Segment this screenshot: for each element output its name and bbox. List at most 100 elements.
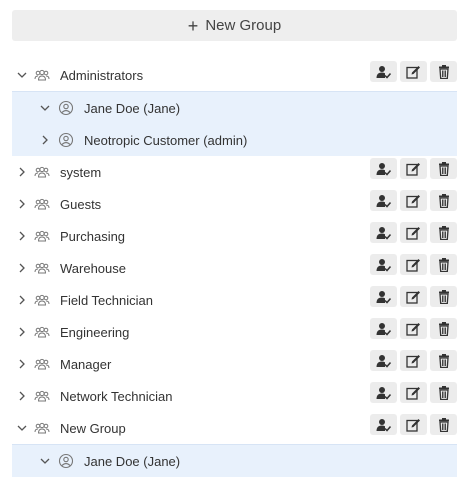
trash-icon xyxy=(438,161,450,176)
group-icon xyxy=(34,69,50,81)
edit-group-button[interactable] xyxy=(400,350,427,371)
edit-group-button[interactable] xyxy=(400,414,427,435)
edit-group-button[interactable] xyxy=(400,222,427,243)
assign-user-icon xyxy=(376,162,391,176)
delete-group-button[interactable] xyxy=(430,158,457,179)
chevron-right-icon[interactable] xyxy=(15,261,29,275)
assign-user-button[interactable] xyxy=(370,286,397,307)
edit-group-button[interactable] xyxy=(400,382,427,403)
group-row[interactable]: Field Technician xyxy=(0,284,467,316)
delete-group-button[interactable] xyxy=(430,350,457,371)
trash-icon xyxy=(438,385,450,400)
group-actions xyxy=(370,158,457,179)
assign-user-icon xyxy=(376,258,391,272)
assign-user-button[interactable] xyxy=(370,414,397,435)
chevron-right-icon[interactable] xyxy=(15,197,29,211)
edit-icon xyxy=(406,258,421,272)
trash-icon xyxy=(438,321,450,336)
group-actions xyxy=(370,414,457,435)
chevron-right-icon[interactable] xyxy=(15,165,29,179)
trash-icon xyxy=(438,353,450,368)
delete-group-button[interactable] xyxy=(430,254,457,275)
trash-icon xyxy=(438,417,450,432)
assign-user-icon xyxy=(376,226,391,240)
chevron-right-icon[interactable] xyxy=(15,357,29,371)
group-actions xyxy=(370,190,457,211)
group-label: Network Technician xyxy=(60,388,173,404)
chevron-down-icon[interactable] xyxy=(38,101,52,115)
assign-user-button[interactable] xyxy=(370,318,397,339)
chevron-down-icon[interactable] xyxy=(15,421,29,435)
new-group-button[interactable]: + New Group xyxy=(12,10,457,41)
assign-user-button[interactable] xyxy=(370,254,397,275)
group-label: Guests xyxy=(60,196,102,212)
assign-user-button[interactable] xyxy=(370,222,397,243)
delete-group-button[interactable] xyxy=(430,190,457,211)
group-actions xyxy=(370,61,457,82)
assign-user-icon xyxy=(376,354,391,368)
group-icon xyxy=(34,422,50,434)
delete-group-button[interactable] xyxy=(430,318,457,339)
member-label: Jane Doe (Jane) xyxy=(84,100,181,116)
user-circle-icon xyxy=(58,100,74,116)
trash-icon xyxy=(438,257,450,272)
member-row[interactable]: Jane Doe (Jane) xyxy=(12,91,457,124)
chevron-right-icon[interactable] xyxy=(15,325,29,339)
edit-group-button[interactable] xyxy=(400,254,427,275)
delete-group-button[interactable] xyxy=(430,286,457,307)
assign-user-button[interactable] xyxy=(370,350,397,371)
trash-icon xyxy=(438,289,450,304)
group-label: Field Technician xyxy=(60,292,153,308)
edit-group-button[interactable] xyxy=(400,190,427,211)
group-manager: + New Group Administrators Jane Doe (Jane… xyxy=(0,0,467,492)
edit-group-button[interactable] xyxy=(400,286,427,307)
assign-user-button[interactable] xyxy=(370,190,397,211)
chevron-down-icon[interactable] xyxy=(38,454,52,468)
user-circle-icon xyxy=(58,453,74,469)
group-icon xyxy=(34,294,50,306)
group-icon xyxy=(34,326,50,338)
group-label: system xyxy=(60,164,102,180)
chevron-right-icon[interactable] xyxy=(15,293,29,307)
group-row[interactable]: Administrators xyxy=(0,59,467,91)
edit-icon xyxy=(406,386,421,400)
assign-user-icon xyxy=(376,194,391,208)
assign-user-icon xyxy=(376,418,391,432)
group-row[interactable]: Network Technician xyxy=(0,380,467,412)
group-label: Warehouse xyxy=(60,260,126,276)
group-row[interactable]: New Group xyxy=(0,412,467,444)
edit-group-button[interactable] xyxy=(400,318,427,339)
delete-group-button[interactable] xyxy=(430,61,457,82)
group-icon xyxy=(34,358,50,370)
group-row[interactable]: Manager xyxy=(0,348,467,380)
group-label: Purchasing xyxy=(60,228,126,244)
group-row[interactable]: system xyxy=(0,156,467,188)
group-label: Manager xyxy=(60,356,112,372)
assign-user-button[interactable] xyxy=(370,382,397,403)
group-row[interactable]: Warehouse xyxy=(0,252,467,284)
assign-user-icon xyxy=(376,322,391,336)
group-actions xyxy=(370,318,457,339)
assign-user-button[interactable] xyxy=(370,61,397,82)
group-row[interactable]: Guests xyxy=(0,188,467,220)
group-row[interactable]: Engineering xyxy=(0,316,467,348)
delete-group-button[interactable] xyxy=(430,222,457,243)
chevron-right-icon[interactable] xyxy=(15,389,29,403)
assign-user-button[interactable] xyxy=(370,158,397,179)
trash-icon xyxy=(438,64,450,79)
edit-group-button[interactable] xyxy=(400,158,427,179)
member-row[interactable]: Jane Doe (Jane) xyxy=(12,444,457,477)
group-row[interactable]: Purchasing xyxy=(0,220,467,252)
chevron-down-icon[interactable] xyxy=(15,68,29,82)
member-label: Neotropic Customer (admin) xyxy=(84,132,248,148)
delete-group-button[interactable] xyxy=(430,382,457,403)
group-actions xyxy=(370,286,457,307)
group-icon xyxy=(34,230,50,242)
group-label: New Group xyxy=(60,420,126,436)
group-icon xyxy=(34,262,50,274)
member-row[interactable]: Neotropic Customer (admin) xyxy=(12,124,457,156)
chevron-right-icon[interactable] xyxy=(38,133,52,147)
delete-group-button[interactable] xyxy=(430,414,457,435)
edit-group-button[interactable] xyxy=(400,61,427,82)
chevron-right-icon[interactable] xyxy=(15,229,29,243)
